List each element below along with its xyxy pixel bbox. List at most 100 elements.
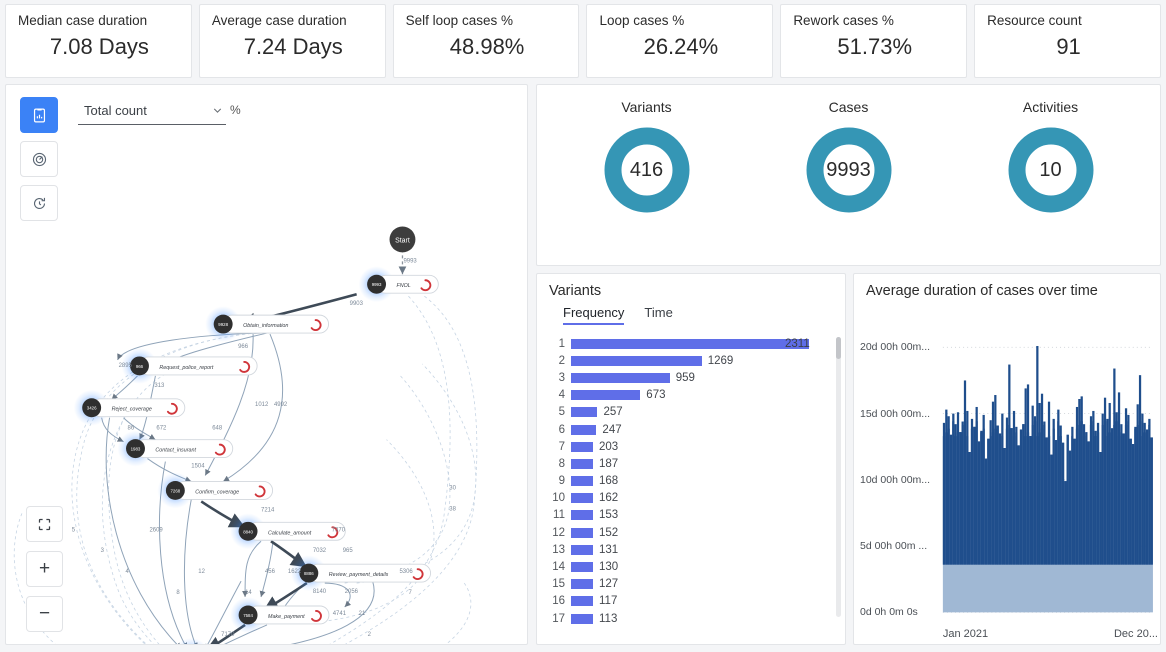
variant-index: 17: [552, 612, 565, 625]
variant-row[interactable]: 2 1269: [543, 352, 837, 369]
fit-to-screen-button[interactable]: [26, 506, 63, 542]
summary-donut-title: Variants: [621, 99, 672, 115]
variant-value: 247: [602, 423, 622, 436]
process-node-label: Calculate_amount: [268, 530, 312, 536]
variant-row[interactable]: 3 959: [543, 369, 837, 386]
variant-row[interactable]: 11 153: [543, 507, 837, 524]
metric-select[interactable]: Total count: [78, 99, 226, 125]
variant-bar[interactable]: [571, 458, 593, 469]
kpi-label: Resource count: [987, 13, 1082, 28]
process-node-label: Request_police_report: [159, 365, 213, 371]
variant-row[interactable]: 16 117: [543, 593, 837, 610]
zoom-in-button[interactable]: +: [26, 551, 63, 587]
variant-bar[interactable]: [571, 544, 593, 555]
duration-chart-area: 20d 00h 00m... 15d 00h 00m... 10d 00h 00m.…: [854, 305, 1160, 644]
variant-row[interactable]: 13 131: [543, 541, 837, 558]
process-node[interactable]: Contact_insurant 1983: [117, 430, 234, 467]
edge-count-label: 3: [101, 548, 105, 554]
edge-count-label: 672: [156, 426, 167, 432]
variant-bar[interactable]: [571, 493, 593, 504]
process-map-panel[interactable]: Total count % FNOL 9993 Obtain_informati…: [5, 84, 528, 645]
variant-index: 8: [558, 457, 565, 470]
variant-row[interactable]: 1 2311: [543, 335, 837, 352]
variant-bar[interactable]: [571, 596, 593, 607]
variant-row[interactable]: 8 187: [543, 455, 837, 472]
variant-row[interactable]: 5 257: [543, 404, 837, 421]
variant-value: 113: [599, 612, 618, 625]
process-node[interactable]: Reject_coverage 3426: [73, 389, 186, 426]
edge-count-label: 8140: [313, 589, 327, 595]
variant-bar[interactable]: [571, 510, 593, 521]
edge-count-label: 966: [238, 344, 249, 350]
variant-row[interactable]: 4 673: [543, 387, 837, 404]
summary-donut-title: Activities: [1022, 99, 1079, 115]
start-node[interactable]: Start: [389, 226, 416, 253]
variants-title: Variants: [549, 283, 602, 299]
variant-row[interactable]: 7 203: [543, 438, 837, 455]
edge-count-label: 5: [72, 527, 76, 533]
zoom-controls: + −: [26, 506, 63, 632]
process-node[interactable]: Calculate_amount 8840: [230, 513, 346, 550]
variant-index: 11: [553, 509, 565, 522]
frequency-metric-button[interactable]: [20, 97, 58, 133]
variants-scrollbar-thumb[interactable]: [836, 337, 841, 359]
process-node[interactable]: Make_payment 7584: [230, 597, 330, 633]
rework-metric-button[interactable]: [20, 185, 58, 221]
variants-bar-list[interactable]: 1 2311 2 1269 3 959 4 673 5 257 6 247 7 203 8 187 9 168 10…: [537, 327, 845, 644]
variant-bar[interactable]: [571, 527, 593, 538]
edge-count-label: 2: [368, 632, 372, 638]
variants-scrollbar[interactable]: [836, 337, 841, 617]
edge-count-label: 1504: [191, 464, 205, 470]
process-node-count: 3426: [87, 406, 97, 411]
edge-count-label: 9903: [350, 301, 364, 307]
variant-value: 257: [603, 406, 623, 419]
variant-bar[interactable]: [571, 338, 809, 349]
variant-row[interactable]: 15 127: [543, 576, 837, 593]
fit-screen-icon: [38, 518, 51, 530]
x-axis-tick-label: Jan 2021: [942, 628, 989, 640]
variant-bar[interactable]: [571, 441, 593, 452]
variants-panel[interactable]: Variants Frequency Time 1 2311 2 1269 3 959 4 6…: [536, 273, 846, 645]
x-axis-tick-label: Dec 20...: [1113, 628, 1158, 640]
process-node-count: 8840: [243, 529, 253, 534]
performance-metric-button[interactable]: [20, 141, 58, 177]
process-node[interactable]: Confirm_coverage 7268: [157, 472, 274, 509]
variant-bar[interactable]: [571, 613, 593, 624]
tab-time[interactable]: Time: [644, 305, 672, 325]
variant-bar[interactable]: [571, 390, 641, 401]
process-node[interactable]: Obtain_information 9928: [205, 306, 330, 343]
variant-row[interactable]: 14 130: [543, 558, 837, 575]
edge-count-label: 7032: [313, 548, 327, 554]
zoom-out-button[interactable]: −: [26, 596, 63, 632]
variant-value: 2311: [785, 337, 810, 350]
summary-donut-item: Activities 10: [976, 99, 1126, 216]
edge-count-label: 7170: [221, 632, 235, 638]
variant-bar[interactable]: [571, 355, 702, 366]
variant-value: 117: [599, 595, 618, 608]
variant-bar[interactable]: [571, 579, 593, 590]
tab-frequency[interactable]: Frequency: [563, 305, 625, 325]
kpi-card: Rework cases % 51.73%: [780, 4, 968, 78]
variant-bar[interactable]: [571, 562, 593, 573]
y-axis-tick-label: 20d 00h 00m...: [860, 341, 931, 354]
process-mining-dashboard: Median case duration 7.08 Days Average cas…: [0, 0, 1166, 652]
donut-ring: 9993: [803, 124, 895, 216]
variant-row[interactable]: 10 162: [543, 490, 837, 507]
variant-row[interactable]: 17 113: [543, 610, 837, 627]
variant-bar[interactable]: [571, 424, 597, 435]
variant-index: 14: [552, 561, 565, 574]
variant-row[interactable]: 6 247: [543, 421, 837, 438]
kpi-card: Loop cases % 26.24%: [586, 4, 774, 78]
kpi-card: Median case duration 7.08 Days: [5, 4, 192, 78]
metric-select-value: Total count: [84, 103, 147, 118]
process-node[interactable]: FNOL 9993: [358, 266, 439, 303]
variant-bar[interactable]: [571, 476, 593, 487]
donut-ring: 416: [601, 124, 693, 216]
process-graph[interactable]: FNOL 9993 Obtain_information 9928 Request_po…: [6, 85, 527, 645]
variant-row[interactable]: 12 152: [543, 524, 837, 541]
duration-chart-panel[interactable]: Average duration of cases over time 20d …: [853, 273, 1161, 645]
variant-bar[interactable]: [571, 372, 670, 383]
variant-bar[interactable]: [571, 407, 598, 418]
edge-count-label: 4741: [333, 611, 347, 617]
variant-row[interactable]: 9 168: [543, 473, 837, 490]
